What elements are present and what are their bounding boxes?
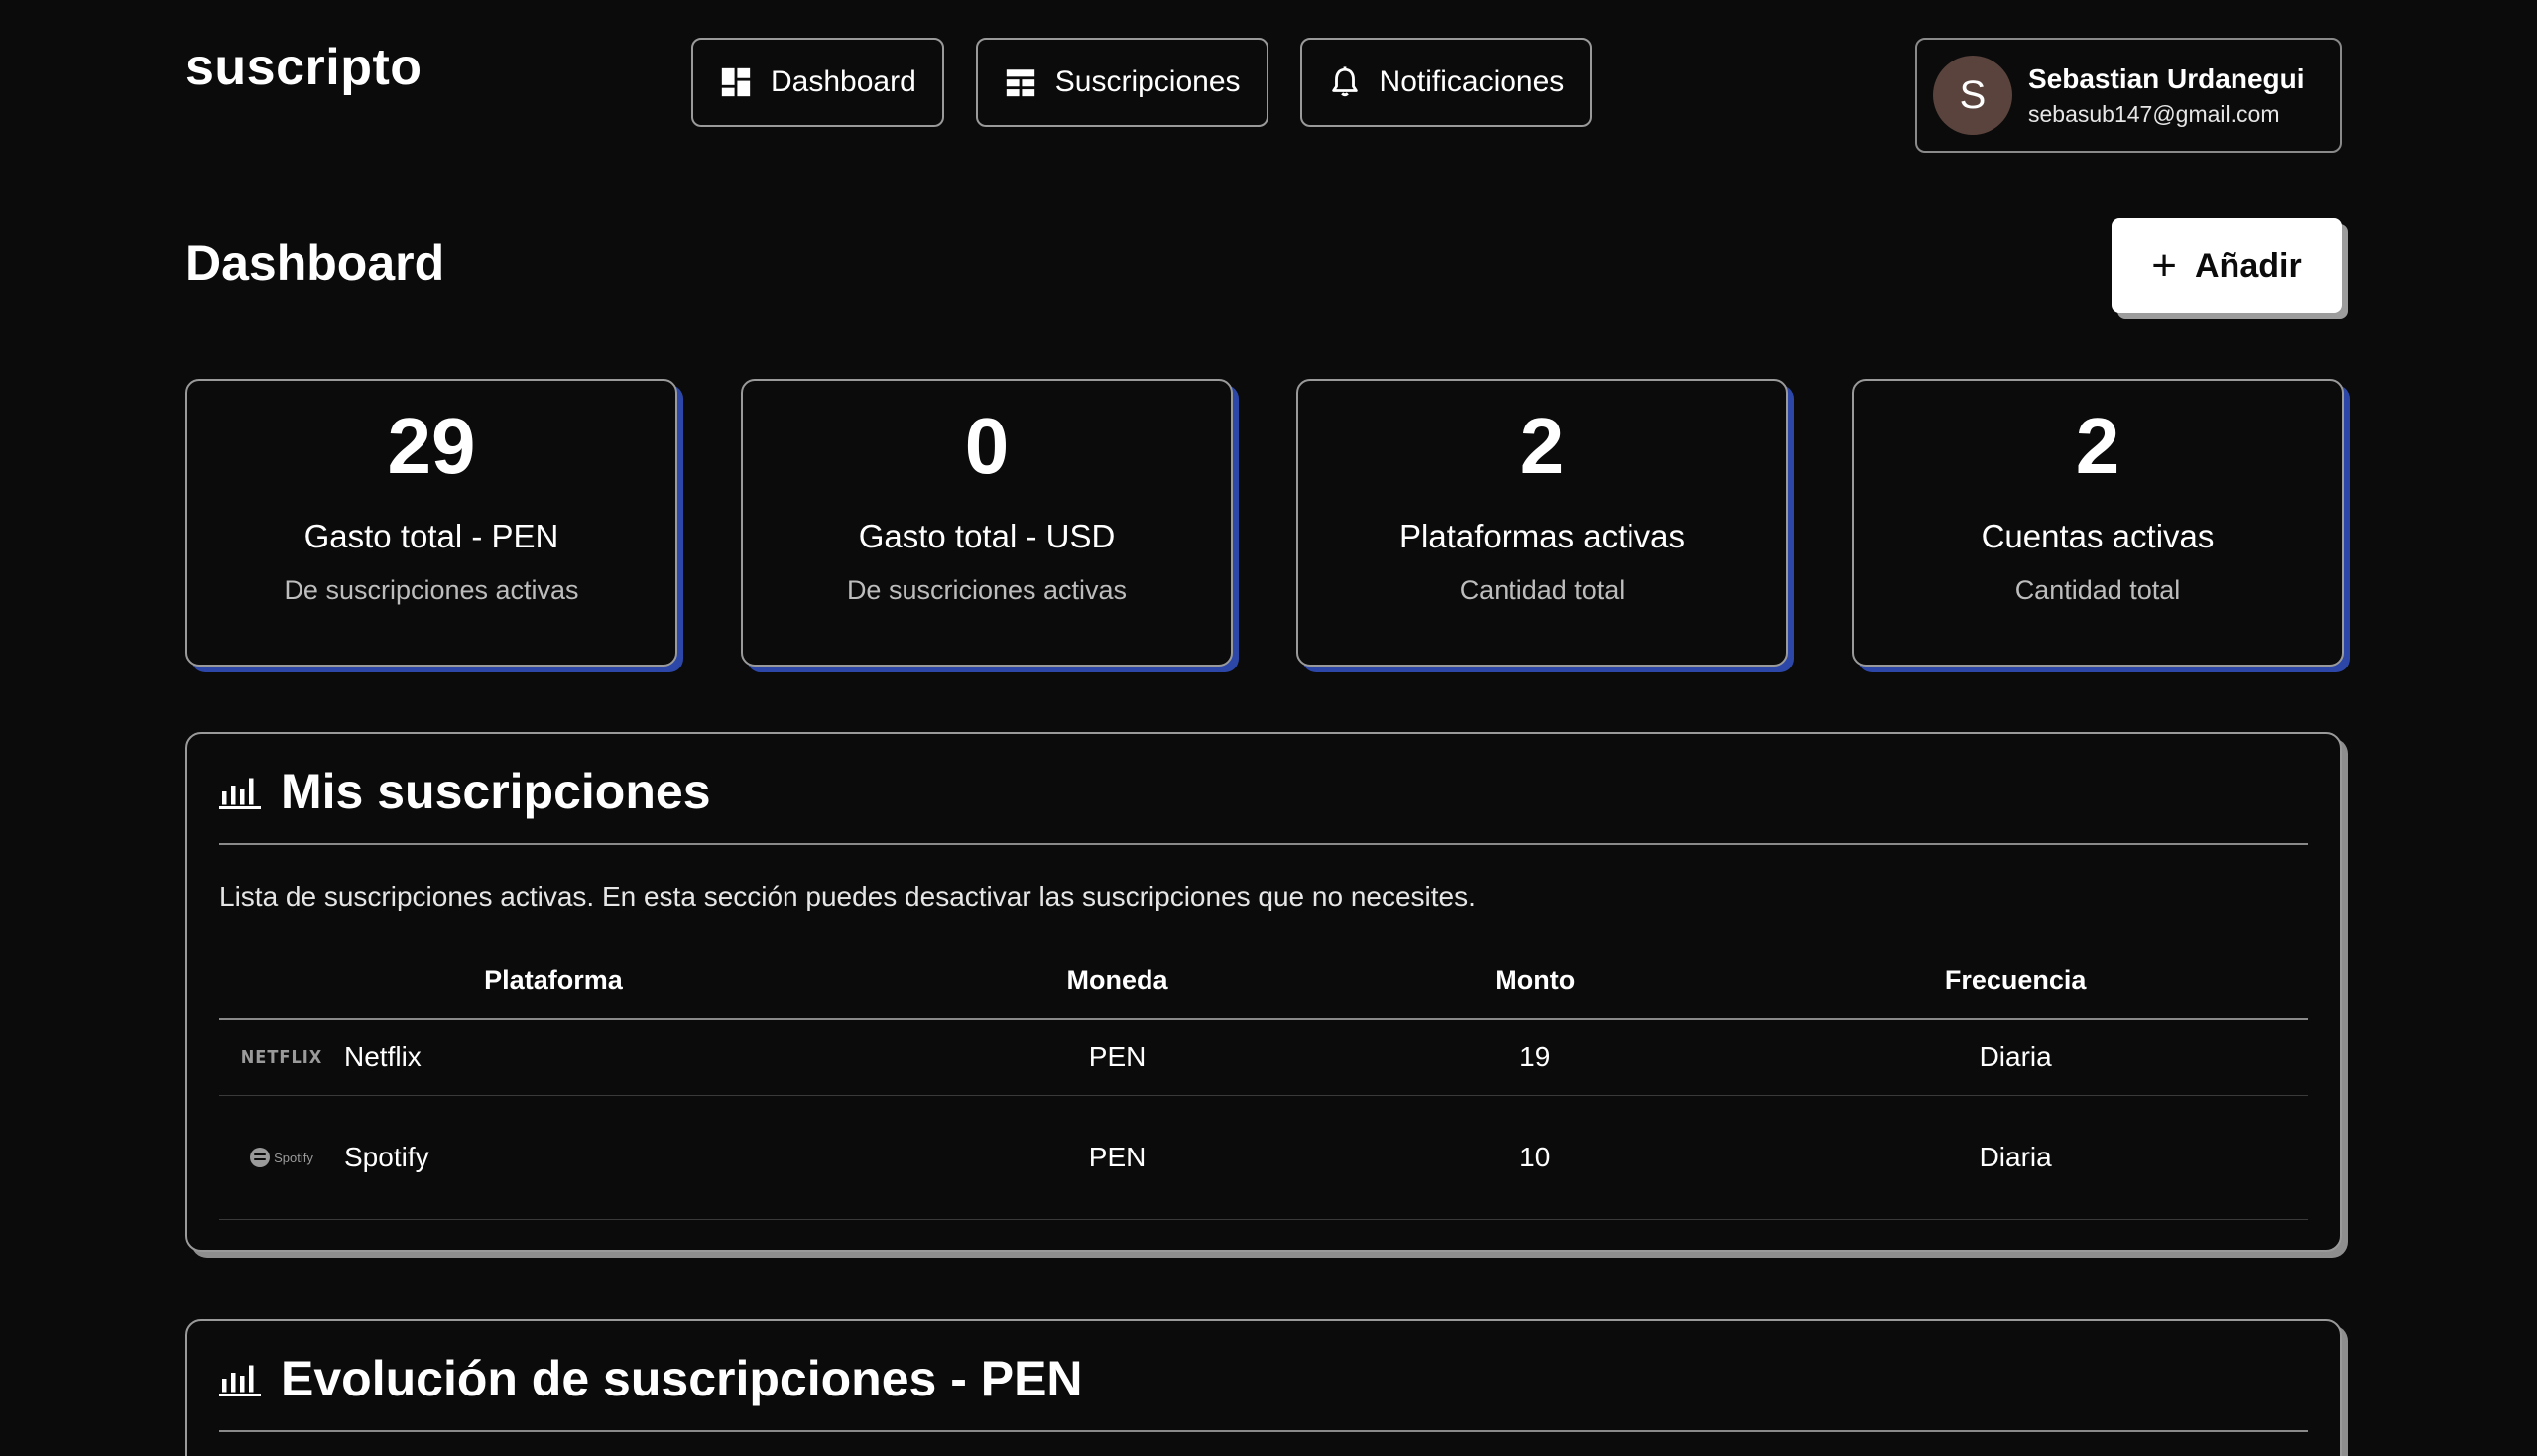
frequency-cell: Diaria — [1723, 1019, 2308, 1096]
stat-card-accounts: 2 Cuentas activas Cantidad total — [1852, 379, 2344, 667]
frequency-cell: Diaria — [1723, 1095, 2308, 1220]
subscriptions-table: Plataforma Moneda Monto Frecuencia NETFL… — [219, 942, 2308, 1220]
user-profile-card[interactable]: S Sebastian Urdanegui sebasub147@gmail.c… — [1915, 38, 2342, 153]
platform-name: Netflix — [344, 1041, 422, 1072]
subscriptions-panel-title: Mis suscripciones — [281, 764, 711, 819]
spotify-circle-icon — [250, 1148, 271, 1167]
evolution-panel-title: Evolución de suscripciones - PEN — [281, 1351, 1083, 1406]
subscriptions-panel-header: Mis suscripciones — [219, 734, 2308, 845]
subscriptions-description: Lista de suscripciones activas. En esta … — [219, 881, 1476, 911]
stat-sub: Cantidad total — [2014, 575, 2181, 605]
stat-label: Plataformas activas — [1399, 518, 1685, 554]
column-header-frequency[interactable]: Frecuencia — [1723, 942, 2308, 1020]
stat-label: Cuentas activas — [1981, 518, 2215, 554]
stat-value: 0 — [964, 402, 1010, 490]
stat-value: 29 — [387, 402, 476, 490]
spotify-logo-icon: Spotify — [249, 1148, 314, 1167]
spotify-logo-text: Spotify — [274, 1150, 313, 1165]
subscriptions-panel: Mis suscripciones Lista de suscripciones… — [185, 732, 2342, 1252]
platform-cell: Spotify Spotify — [219, 1095, 888, 1220]
stat-card-platforms: 2 Plataformas activas Cantidad total — [1296, 379, 1788, 667]
column-header-amount[interactable]: Monto — [1347, 942, 1724, 1020]
stat-value: 2 — [1519, 402, 1565, 490]
nav-suscripciones-label: Suscripciones — [1054, 65, 1241, 98]
plus-icon: + — [2151, 241, 2177, 290]
table-header-row: Plataforma Moneda Monto Frecuencia — [219, 942, 2308, 1020]
nav-suscripciones-button[interactable]: Suscripciones — [975, 38, 1268, 127]
table-row[interactable]: Spotify Spotify PEN 10 Diaria — [219, 1095, 2308, 1220]
column-header-platform[interactable]: Plataforma — [219, 942, 888, 1020]
nav-dashboard-label: Dashboard — [771, 65, 916, 98]
page-title: Dashboard — [185, 235, 445, 291]
stat-card-pen: 29 Gasto total - PEN De suscripciones ac… — [185, 379, 677, 667]
dashboard-page: suscripto Dashboard Suscripciones Notifi… — [0, 0, 2537, 1456]
user-name: Sebastian Urdanegui — [2028, 62, 2305, 94]
nav-notificaciones-label: Notificaciones — [1379, 65, 1565, 98]
column-header-currency[interactable]: Moneda — [887, 942, 1348, 1020]
bar-chart-icon — [219, 778, 261, 809]
stat-sub: De suscriciones activas — [846, 575, 1128, 605]
user-email: sebasub147@gmail.com — [2028, 100, 2280, 127]
table-icon — [1006, 69, 1034, 97]
stat-card-usd: 0 Gasto total - USD De suscriciones acti… — [741, 379, 1233, 667]
add-button-label: Añadir — [2195, 246, 2302, 285]
bar-chart-icon — [219, 1365, 261, 1396]
stat-sub: Cantidad total — [1459, 575, 1626, 605]
brand-logo[interactable]: suscripto — [185, 38, 423, 97]
stat-label: Gasto total - USD — [858, 518, 1116, 554]
stat-label: Gasto total - PEN — [303, 518, 559, 554]
dashboard-icon — [721, 67, 751, 97]
currency-cell: PEN — [887, 1095, 1348, 1220]
netflix-logo-icon: NETFLIX — [240, 1046, 323, 1068]
currency-cell: PEN — [887, 1019, 1348, 1096]
stats-row: 29 Gasto total - PEN De suscripciones ac… — [185, 379, 2344, 667]
table-row[interactable]: NETFLIX Netflix PEN 19 Diaria — [219, 1019, 2308, 1096]
platform-cell: NETFLIX Netflix — [219, 1019, 888, 1096]
main-nav: Dashboard Suscripciones Notificaciones — [691, 38, 1593, 127]
stat-value: 2 — [2075, 402, 2120, 490]
evolution-panel-header: Evolución de suscripciones - PEN — [219, 1321, 2308, 1432]
avatar: S — [1933, 56, 2012, 135]
nav-notificaciones-button[interactable]: Notificaciones — [1299, 38, 1593, 127]
stat-sub: De suscripciones activas — [284, 575, 579, 605]
platform-name: Spotify — [344, 1142, 429, 1172]
amount-cell: 19 — [1347, 1019, 1724, 1096]
nav-dashboard-button[interactable]: Dashboard — [691, 38, 944, 127]
user-info: Sebastian Urdanegui sebasub147@gmail.com — [2028, 63, 2305, 128]
bell-icon — [1331, 66, 1358, 97]
evolution-panel: Evolución de suscripciones - PEN — [185, 1319, 2342, 1456]
add-button[interactable]: + Añadir — [2112, 218, 2342, 313]
amount-cell: 10 — [1347, 1095, 1724, 1220]
